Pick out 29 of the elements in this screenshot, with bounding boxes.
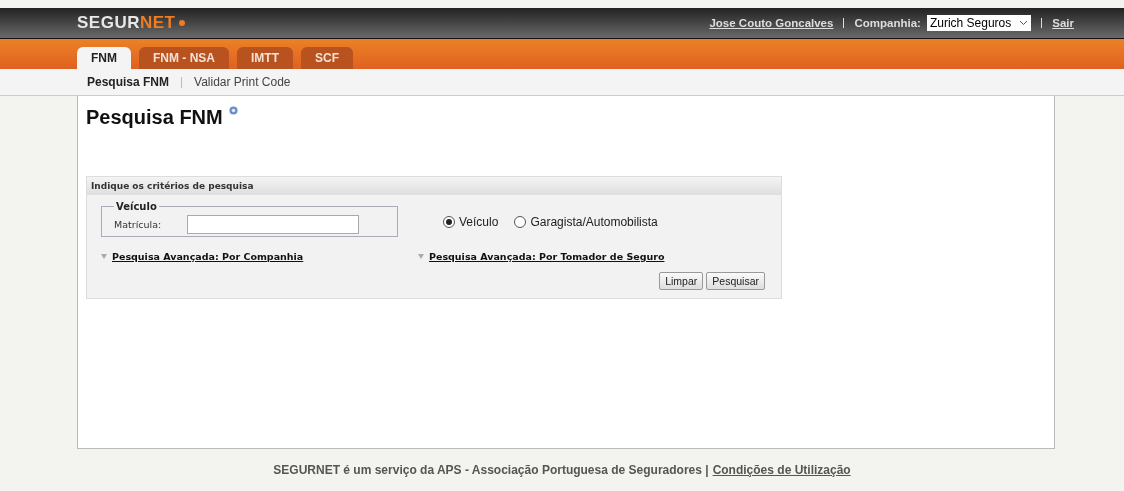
company-label: Companhia: <box>854 17 921 29</box>
company-select[interactable]: Zurich Seguros <box>926 15 1032 31</box>
triangle-down-icon <box>418 254 424 259</box>
segurnet-logo: SEGURNET <box>77 13 186 33</box>
nav-tab[interactable]: FNM - NSA <box>139 47 229 69</box>
footer-text: SEGURNET é um serviço da APS - Associação Portuguesa de Seguradores | <box>273 463 709 477</box>
logout-link[interactable]: Sair <box>1052 17 1074 29</box>
radio-circle-icon[interactable] <box>443 216 455 228</box>
triangle-down-icon <box>101 254 107 259</box>
field-label: Matrícula: <box>114 218 162 230</box>
help-icon[interactable] <box>228 106 238 115</box>
advanced-search-link[interactable]: Pesquisa Avançada: Por Tomador de Seguro <box>429 251 665 262</box>
user-name-link[interactable]: Jose Couto Goncalves <box>709 17 834 29</box>
radio-label: Veículo <box>459 215 499 229</box>
chevron-down-icon <box>1019 20 1029 26</box>
form-button[interactable]: Limpar <box>659 272 704 290</box>
radio-circle-icon[interactable] <box>514 216 527 228</box>
terms-link[interactable]: Condições de Utilização <box>712 463 851 477</box>
subnav-link[interactable]: Pesquisa FNM <box>87 75 170 89</box>
nav-tab[interactable]: SCF <box>301 47 353 69</box>
plate-input-field[interactable] <box>187 214 360 234</box>
form-button[interactable]: Pesquisar <box>706 272 765 290</box>
search-type-radio[interactable]: Veículo <box>443 215 499 229</box>
page-title: Pesquisa FNM <box>86 106 223 129</box>
fieldset-legend: Veículo <box>114 201 159 212</box>
subnav-link[interactable]: Validar Print Code <box>194 75 291 89</box>
nav-tab[interactable]: FNM <box>77 47 131 69</box>
advanced-search-link[interactable]: Pesquisa Avançada: Por Companhia <box>112 251 304 262</box>
nav-tab[interactable]: IMTT <box>237 47 293 69</box>
